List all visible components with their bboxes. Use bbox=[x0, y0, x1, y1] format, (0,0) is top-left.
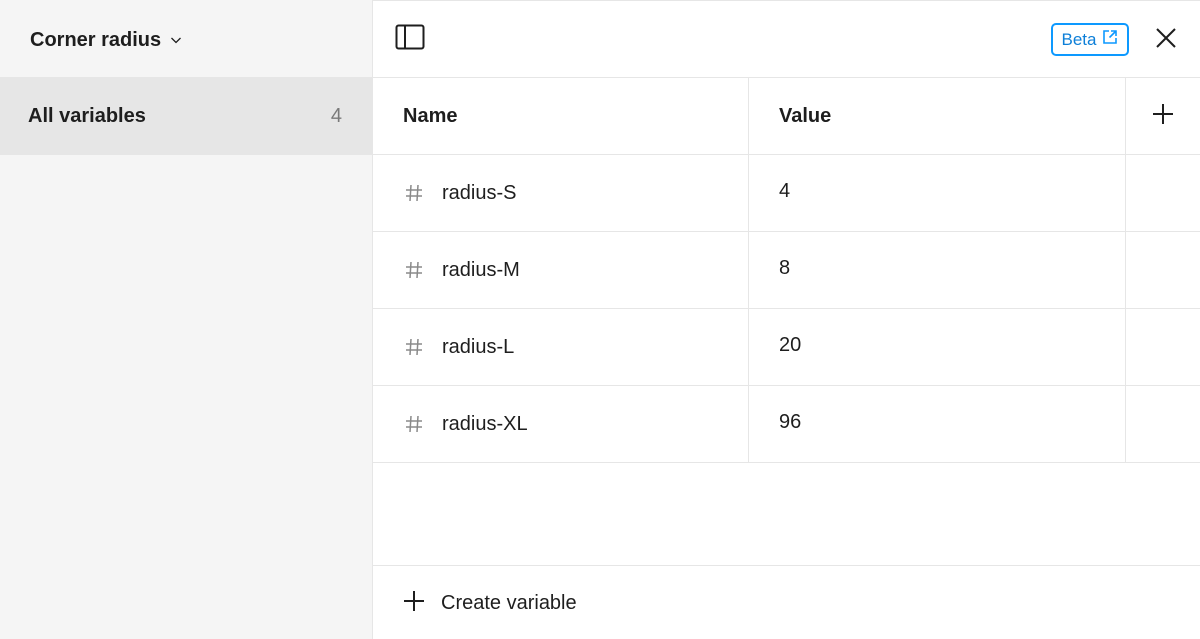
row-spacer-cell bbox=[1126, 309, 1200, 385]
toolbar: Beta bbox=[373, 1, 1200, 78]
variable-name-cell[interactable]: radius-XL bbox=[373, 386, 749, 462]
table-row[interactable]: radius-S 4 bbox=[373, 155, 1200, 232]
plus-icon bbox=[1152, 103, 1174, 130]
beta-badge-link[interactable]: Beta bbox=[1051, 23, 1129, 56]
external-link-icon bbox=[1102, 29, 1118, 50]
row-spacer-cell bbox=[1126, 155, 1200, 231]
sidebar-item-count: 4 bbox=[330, 104, 342, 127]
variable-value: 20 bbox=[779, 333, 802, 356]
collection-name: Corner radius bbox=[30, 28, 162, 51]
variable-name-cell[interactable]: radius-S bbox=[373, 155, 749, 231]
variables-table: Name Value radius-S 4 radius-M 8 radius-… bbox=[373, 78, 1200, 463]
hash-icon bbox=[403, 183, 425, 203]
table-row[interactable]: radius-L 20 bbox=[373, 309, 1200, 386]
variable-name-cell[interactable]: radius-M bbox=[373, 232, 749, 308]
header-cell-add bbox=[1126, 78, 1200, 154]
chevron-down-icon bbox=[169, 33, 183, 47]
variable-name: radius-M bbox=[442, 258, 520, 281]
row-spacer-cell bbox=[1126, 232, 1200, 308]
sidebar-item-label: All variables bbox=[28, 104, 146, 127]
row-spacer-cell bbox=[1126, 386, 1200, 462]
add-column-button[interactable] bbox=[1148, 101, 1178, 131]
sidebar-item-all-variables[interactable]: All variables 4 bbox=[0, 77, 372, 155]
create-variable-label: Create variable bbox=[441, 591, 577, 614]
variable-value: 4 bbox=[779, 179, 791, 202]
column-header-name: Name bbox=[403, 104, 458, 127]
variable-value-cell[interactable]: 4 bbox=[749, 155, 1126, 231]
variable-value: 8 bbox=[779, 256, 791, 279]
sidebar: Corner radius All variables 4 bbox=[0, 0, 373, 639]
beta-label: Beta bbox=[1061, 29, 1097, 49]
variables-modal: Corner radius All variables 4 Beta Name … bbox=[0, 0, 1200, 639]
header-cell-value[interactable]: Value bbox=[749, 78, 1126, 154]
variable-value: 96 bbox=[779, 410, 802, 433]
column-header-value: Value bbox=[779, 104, 832, 127]
table-row[interactable]: radius-XL 96 bbox=[373, 386, 1200, 463]
variable-value-cell[interactable]: 96 bbox=[749, 386, 1126, 462]
variable-name-cell[interactable]: radius-L bbox=[373, 309, 749, 385]
main-panel: Beta Name Value radius-S 4 radius-M 8 ra… bbox=[373, 0, 1200, 639]
header-cell-name[interactable]: Name bbox=[373, 78, 749, 154]
footer: Create variable bbox=[373, 565, 1200, 639]
variable-value-cell[interactable]: 20 bbox=[749, 309, 1126, 385]
variable-name: radius-S bbox=[442, 181, 517, 204]
sidebar-toggle-button[interactable] bbox=[395, 24, 425, 55]
variable-name: radius-L bbox=[442, 335, 515, 358]
close-button[interactable] bbox=[1151, 25, 1181, 55]
plus-icon bbox=[403, 590, 425, 617]
hash-icon bbox=[403, 337, 425, 357]
collection-picker[interactable]: Corner radius bbox=[30, 26, 183, 54]
variable-value-cell[interactable]: 8 bbox=[749, 232, 1126, 308]
variable-name: radius-XL bbox=[442, 412, 528, 435]
hash-icon bbox=[403, 414, 425, 434]
table-header-row: Name Value bbox=[373, 78, 1200, 155]
hash-icon bbox=[403, 260, 425, 280]
sidebar-toggle-icon bbox=[395, 24, 425, 55]
table-row[interactable]: radius-M 8 bbox=[373, 232, 1200, 309]
create-variable-button[interactable]: Create variable bbox=[403, 590, 577, 617]
close-icon bbox=[1155, 27, 1177, 54]
